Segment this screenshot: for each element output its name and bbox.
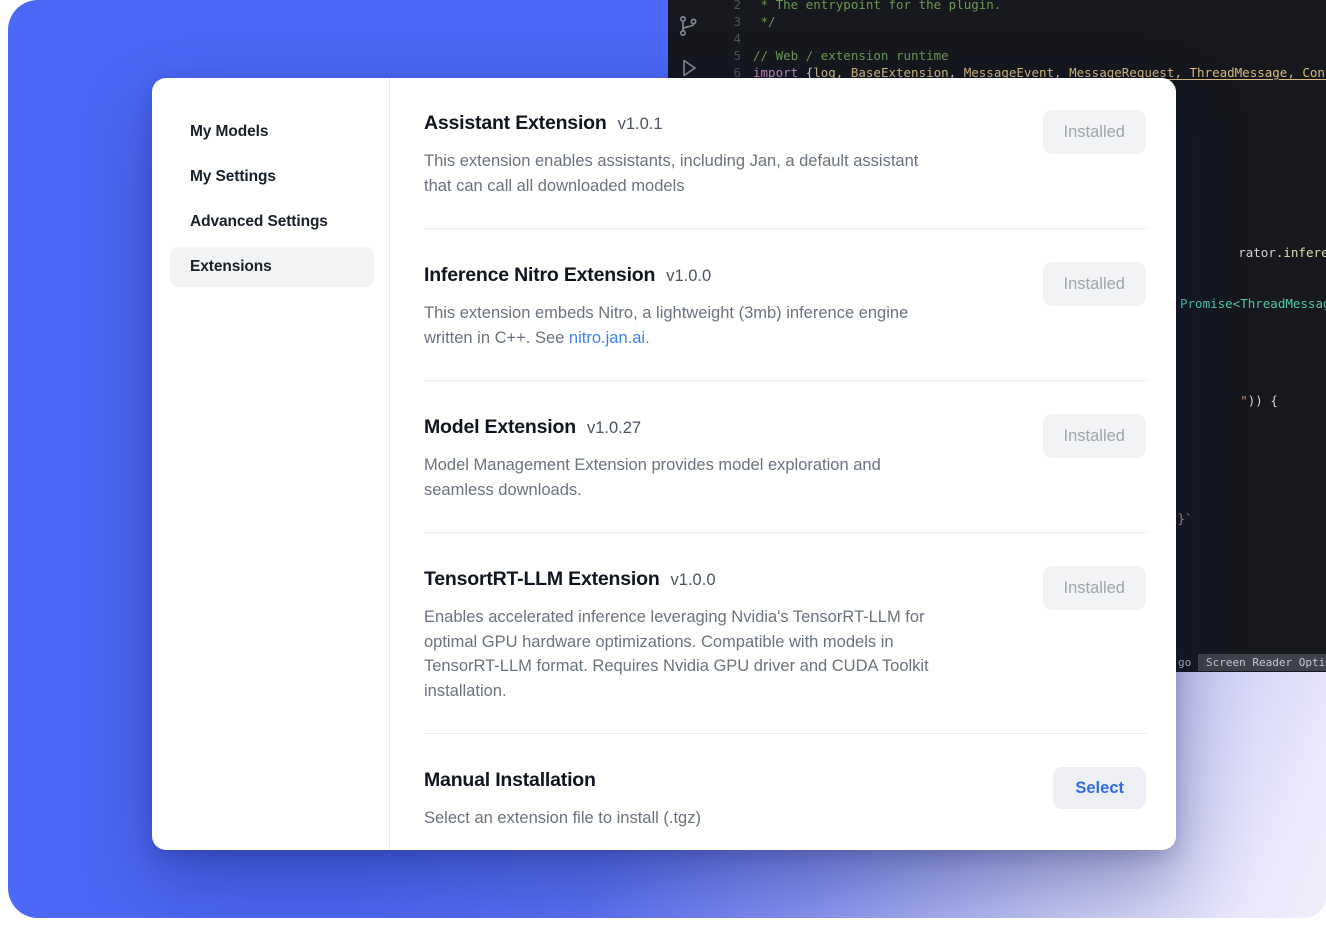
line-number: 4 bbox=[668, 30, 741, 47]
nitro-jan-ai-link[interactable]: nitro.jan.ai bbox=[569, 329, 645, 347]
extension-info: Manual Installation Select an extension … bbox=[424, 767, 1053, 831]
extension-row-tensorrt: TensortRT-LLM Extension v1.0.0 Enables a… bbox=[424, 533, 1146, 734]
status-bar-text: go bbox=[1178, 656, 1191, 669]
screen-reader-optimized-status[interactable]: Screen Reader Optimized bbox=[1198, 654, 1326, 671]
extension-info: Assistant Extension v1.0.1 This extensio… bbox=[424, 110, 1043, 198]
extension-row-nitro: Inference Nitro Extension v1.0.0 This ex… bbox=[424, 229, 1146, 381]
installed-button[interactable]: Installed bbox=[1043, 110, 1146, 154]
extension-info: TensortRT-LLM Extension v1.0.0 Enables a… bbox=[424, 566, 1043, 703]
code-lines: 2 * The entrypoint for the plugin. 3 */ … bbox=[668, 0, 1326, 81]
code-fragment: ")) { bbox=[1180, 378, 1278, 423]
code-line: 5 // Web / extension runtime bbox=[668, 47, 1326, 64]
code-text: rator. bbox=[1238, 245, 1283, 260]
code-line: 3 */ bbox=[668, 13, 1326, 30]
extension-description: Model Management Extension provides mode… bbox=[424, 453, 1007, 502]
manual-installation-description: Select an extension file to install (.tg… bbox=[424, 806, 1017, 831]
code-text: )) { bbox=[1248, 393, 1278, 408]
line-number: 2 bbox=[668, 0, 741, 13]
code-text: * The entrypoint for the plugin. bbox=[741, 0, 1001, 13]
extension-title: Assistant Extension bbox=[424, 110, 607, 136]
extension-title: Model Extension bbox=[424, 414, 576, 440]
sidebar-item-extensions[interactable]: Extensions bbox=[170, 247, 374, 287]
installed-button[interactable]: Installed bbox=[1043, 566, 1146, 610]
extension-description: Enables accelerated inference leveraging… bbox=[424, 605, 1007, 703]
code-text: " bbox=[1240, 393, 1248, 408]
code-fragment: Promise<ThreadMessage> bbox=[1180, 296, 1326, 311]
code-text: // Web / extension runtime bbox=[741, 47, 949, 64]
code-text: inference bbox=[1283, 245, 1326, 260]
extension-description: This extension enables assistants, inclu… bbox=[424, 149, 1007, 198]
installed-button[interactable]: Installed bbox=[1043, 414, 1146, 458]
extension-row-model: Model Extension v1.0.27 Model Management… bbox=[424, 381, 1146, 533]
extension-version: v1.0.0 bbox=[671, 571, 716, 590]
settings-sidebar: My Models My Settings Advanced Settings … bbox=[152, 78, 390, 850]
extension-title: Inference Nitro Extension bbox=[424, 262, 655, 288]
sidebar-item-advanced-settings[interactable]: Advanced Settings bbox=[170, 202, 374, 242]
extension-version: v1.0.27 bbox=[587, 419, 641, 438]
extension-info: Inference Nitro Extension v1.0.0 This ex… bbox=[424, 262, 1043, 350]
manual-installation-title: Manual Installation bbox=[424, 767, 596, 793]
extension-description-text: . bbox=[645, 329, 650, 347]
extension-row-assistant: Assistant Extension v1.0.1 This extensio… bbox=[424, 78, 1146, 229]
extension-description-text: This extension embeds Nitro, a lightweig… bbox=[424, 304, 908, 347]
page: 2 * The entrypoint for the plugin. 3 */ … bbox=[0, 0, 1326, 926]
extensions-panel: Assistant Extension v1.0.1 This extensio… bbox=[390, 78, 1176, 850]
background-gradient: 2 * The entrypoint for the plugin. 3 */ … bbox=[8, 0, 1326, 918]
code-text bbox=[741, 30, 753, 47]
code-text: */ bbox=[741, 13, 776, 30]
extension-info: Model Extension v1.0.27 Model Management… bbox=[424, 414, 1043, 502]
settings-modal: My Models My Settings Advanced Settings … bbox=[152, 78, 1176, 850]
code-line: 2 * The entrypoint for the plugin. bbox=[668, 0, 1326, 13]
select-file-button[interactable]: Select bbox=[1053, 767, 1146, 809]
line-number: 5 bbox=[668, 47, 741, 64]
code-line: 4 bbox=[668, 30, 1326, 47]
code-fragment: rator.inference(data); bbox=[1178, 230, 1326, 275]
installed-button[interactable]: Installed bbox=[1043, 262, 1146, 306]
line-number: 3 bbox=[668, 13, 741, 30]
sidebar-item-my-models[interactable]: My Models bbox=[170, 112, 374, 152]
extension-description: This extension embeds Nitro, a lightweig… bbox=[424, 301, 1007, 350]
extension-version: v1.0.0 bbox=[666, 267, 711, 286]
sidebar-item-my-settings[interactable]: My Settings bbox=[170, 157, 374, 197]
manual-installation-row: Manual Installation Select an extension … bbox=[424, 734, 1146, 850]
extension-title: TensortRT-LLM Extension bbox=[424, 566, 660, 592]
extension-version: v1.0.1 bbox=[618, 115, 663, 134]
